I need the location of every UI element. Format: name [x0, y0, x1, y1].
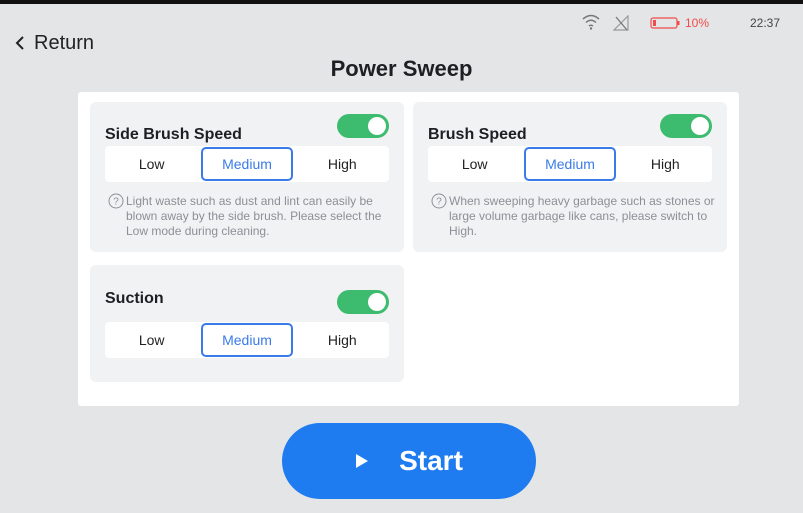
option-medium[interactable]: Medium: [201, 323, 293, 357]
suction-selector: Low Medium High: [105, 322, 389, 358]
card-title: Suction: [105, 290, 164, 307]
return-label: Return: [34, 31, 95, 54]
side-brush-speed-card: Side Brush Speed Low Medium High ? Light…: [90, 102, 404, 252]
question-circle-icon: ?: [108, 193, 124, 209]
play-icon: [356, 454, 369, 468]
top-border: [0, 0, 803, 4]
side-brush-speed-selector: Low Medium High: [105, 146, 389, 182]
hint-text: When sweeping heavy garbage such as ston…: [449, 194, 715, 238]
option-low[interactable]: Low: [431, 147, 518, 181]
status-bar: 10% 22:37: [0, 14, 803, 34]
no-signal-icon: [613, 15, 629, 31]
battery-percentage: 10%: [685, 16, 710, 30]
question-circle-icon: ?: [431, 193, 447, 209]
chevron-left-icon: [15, 36, 24, 50]
start-label: Start: [399, 445, 463, 476]
option-high[interactable]: High: [299, 147, 386, 181]
option-high[interactable]: High: [299, 323, 386, 357]
brush-toggle[interactable]: [660, 114, 712, 138]
start-button[interactable]: Start: [282, 423, 536, 499]
brush-speed-selector: Low Medium High: [428, 146, 712, 182]
option-medium[interactable]: Medium: [201, 147, 293, 181]
return-button[interactable]: Return: [14, 30, 94, 56]
toggle-knob: [691, 117, 709, 135]
svg-text:?: ?: [113, 197, 119, 208]
svg-text:?: ?: [436, 197, 442, 208]
clock: 22:37: [750, 16, 781, 30]
page-title: Power Sweep: [330, 56, 473, 81]
hint-text: Light waste such as dust and lint can ea…: [126, 194, 382, 238]
option-high[interactable]: High: [622, 147, 709, 181]
battery-icon: [650, 17, 680, 29]
brush-hint: ? When sweeping heavy garbage such as st…: [431, 193, 721, 239]
wifi-icon: [582, 14, 600, 30]
toggle-knob: [368, 293, 386, 311]
suction-card: Suction Low Medium High: [90, 265, 404, 382]
card-title: Side Brush Speed: [105, 126, 242, 143]
side-brush-toggle[interactable]: [337, 114, 389, 138]
suction-toggle[interactable]: [337, 290, 389, 314]
side-brush-hint: ? Light waste such as dust and lint can …: [108, 193, 398, 239]
option-low[interactable]: Low: [108, 147, 195, 181]
toggle-knob: [368, 117, 386, 135]
card-title: Brush Speed: [428, 126, 527, 143]
option-low[interactable]: Low: [108, 323, 195, 357]
settings-panel: Side Brush Speed Low Medium High ? Light…: [78, 92, 739, 406]
option-medium[interactable]: Medium: [524, 147, 616, 181]
brush-speed-card: Brush Speed Low Medium High ? When sweep…: [413, 102, 727, 252]
